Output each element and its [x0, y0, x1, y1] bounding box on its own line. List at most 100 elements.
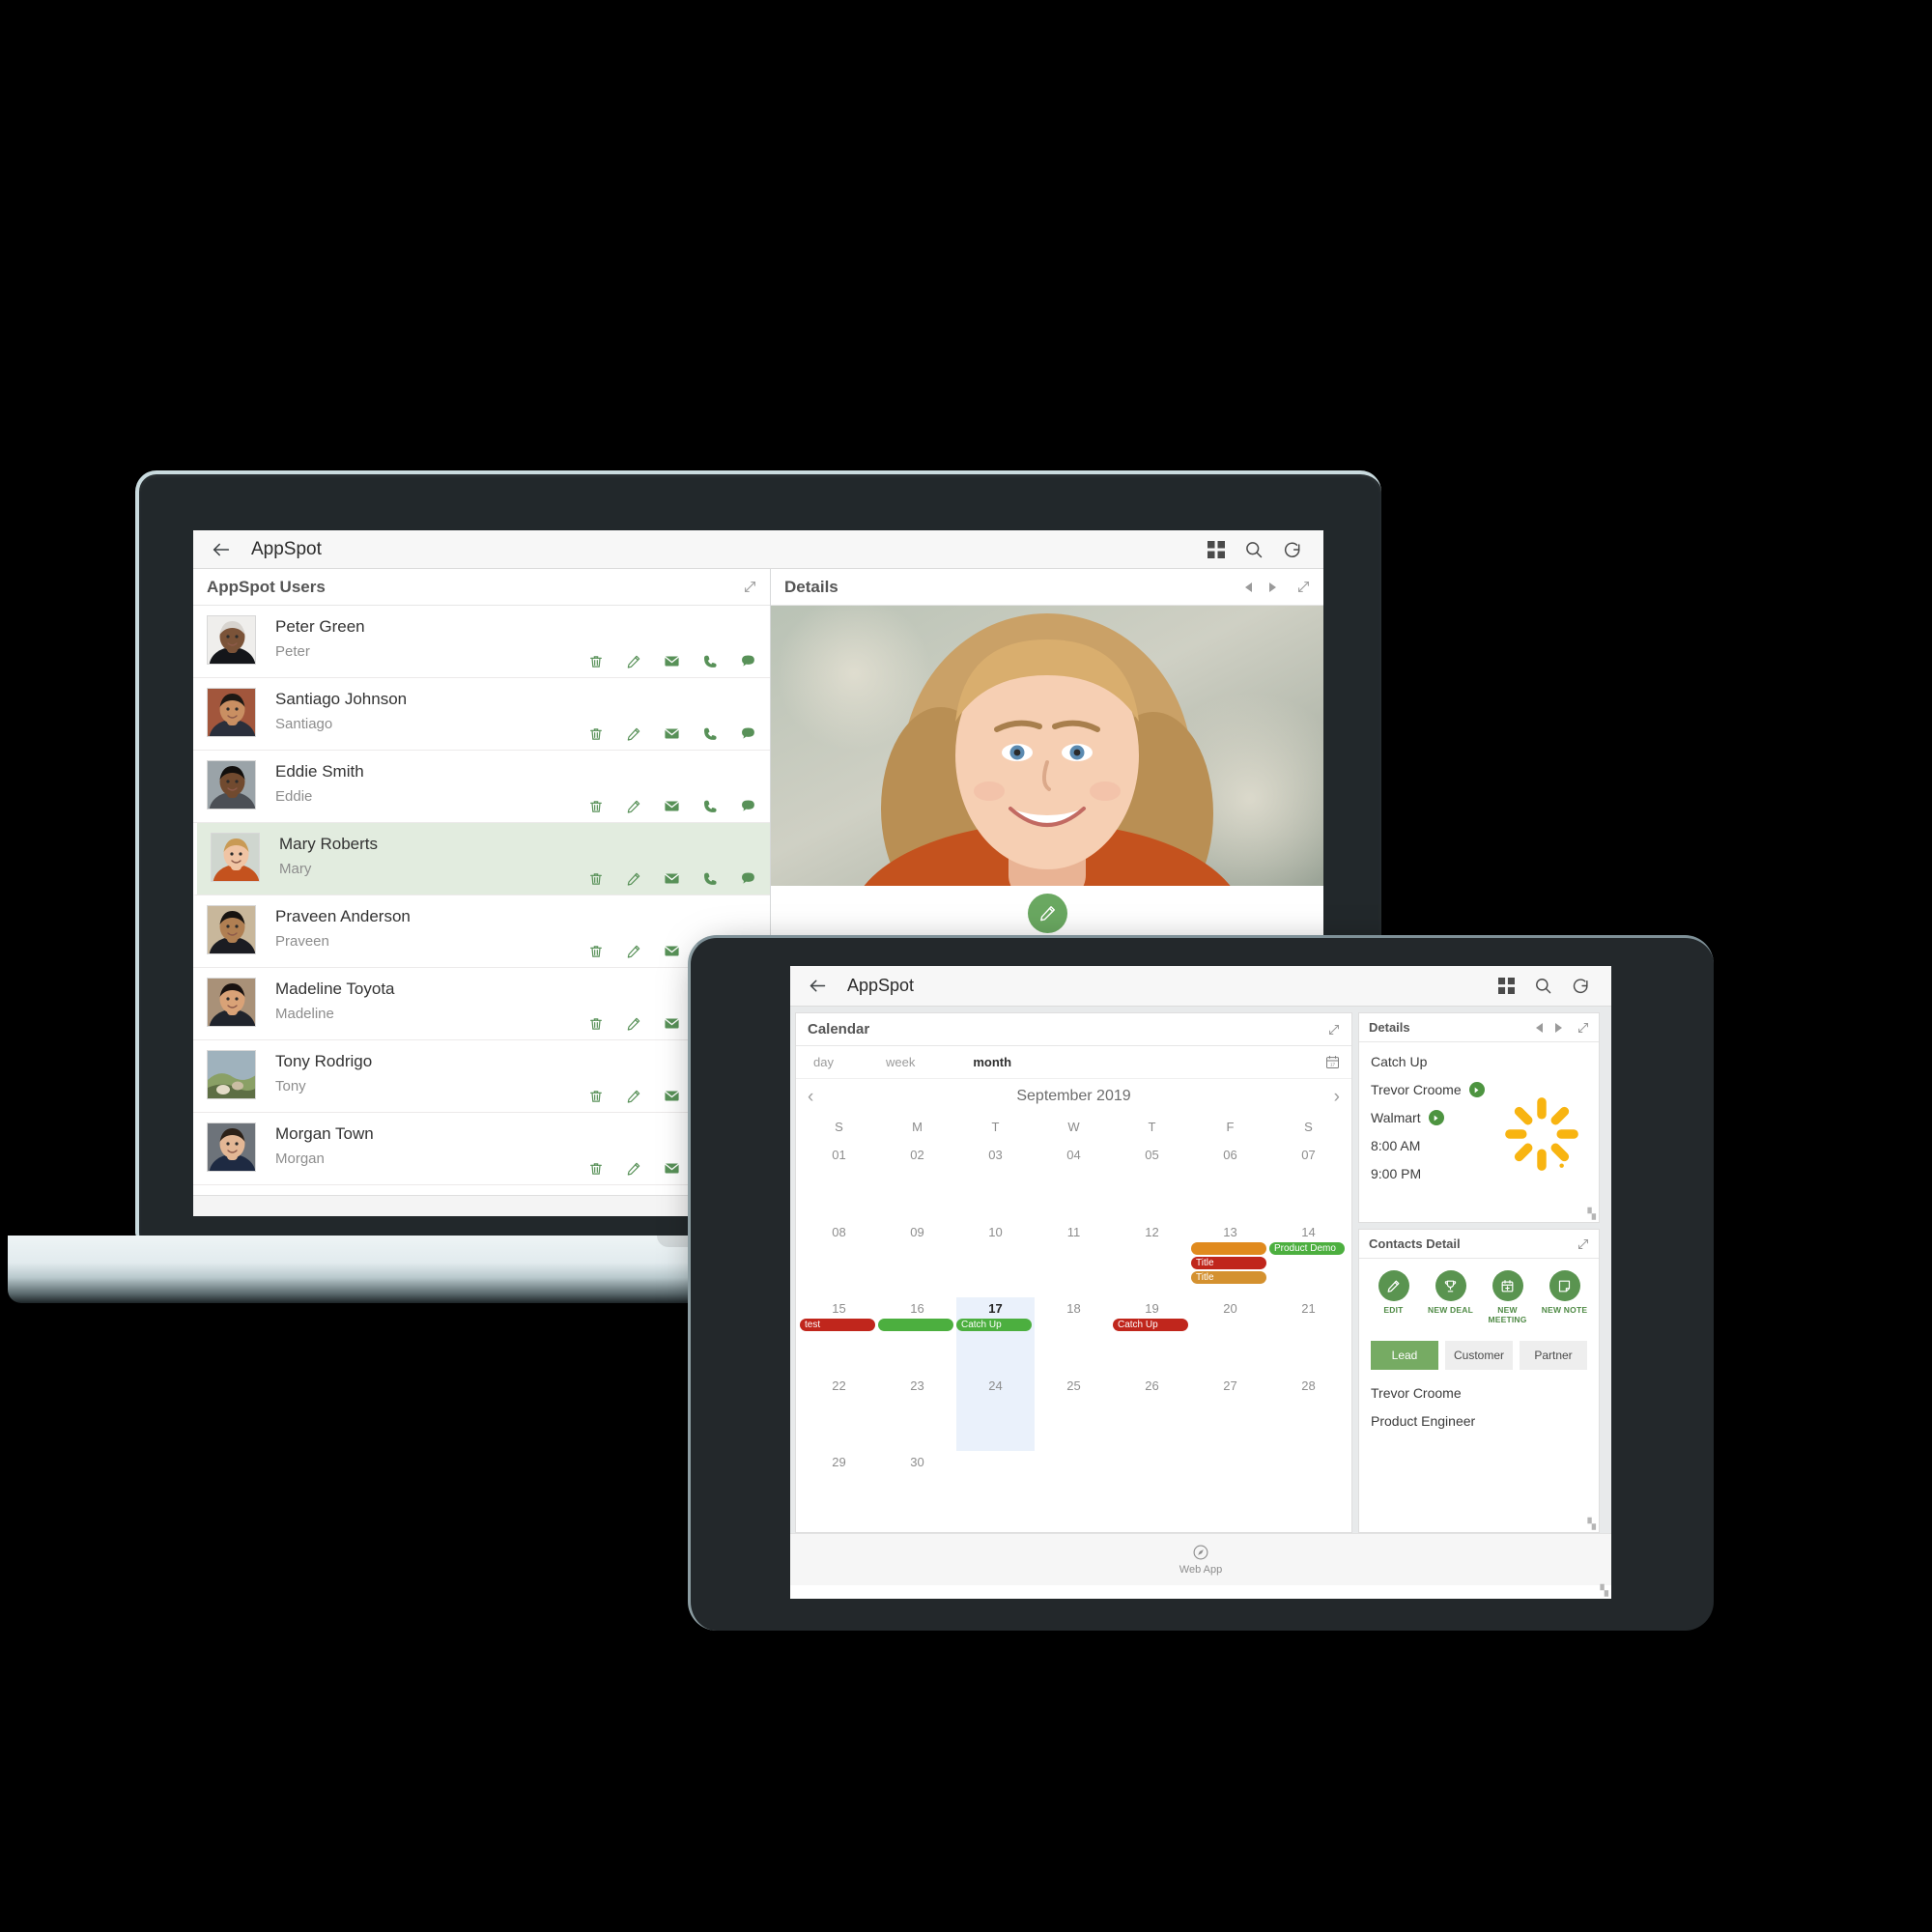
table-row[interactable]: Eddie Smith Eddie — [193, 751, 770, 823]
calendar-day-cell[interactable]: 20 — [1191, 1297, 1269, 1375]
grid-view-icon[interactable] — [1208, 540, 1225, 558]
edit-icon[interactable] — [626, 871, 641, 887]
grid-view-icon[interactable] — [1498, 978, 1515, 994]
calendar-day-cell[interactable]: 02 — [878, 1144, 956, 1221]
calendar-day-cell[interactable] — [1035, 1451, 1113, 1528]
message-icon[interactable] — [740, 653, 756, 669]
chevron-right-icon[interactable]: › — [1334, 1088, 1340, 1106]
edit-icon[interactable] — [626, 726, 641, 742]
delete-icon[interactable] — [588, 871, 604, 887]
calendar-view-week[interactable]: week — [880, 1055, 921, 1069]
delete-icon[interactable] — [588, 944, 604, 959]
edit-icon[interactable] — [626, 654, 641, 669]
refresh-icon[interactable] — [1572, 977, 1590, 995]
calendar-day-cell[interactable]: 10 — [956, 1221, 1035, 1298]
edit-icon[interactable] — [626, 799, 641, 814]
expand-icon[interactable] — [1577, 1238, 1589, 1250]
search-icon[interactable] — [1244, 540, 1264, 559]
calendar-day-cell[interactable]: 19 — [1113, 1297, 1191, 1375]
calendar-event[interactable]: test — [800, 1319, 875, 1332]
calendar-day-cell[interactable]: 17 — [956, 1297, 1035, 1375]
calendar-day-cell[interactable]: 21 — [1269, 1297, 1348, 1375]
calendar-event[interactable]: Catch Up — [1113, 1319, 1188, 1332]
email-icon[interactable] — [664, 1015, 680, 1032]
next-icon[interactable] — [1269, 582, 1276, 592]
calendar-event[interactable]: Title — [1191, 1270, 1266, 1284]
edit-icon[interactable] — [626, 944, 641, 959]
delete-icon[interactable] — [588, 1089, 604, 1104]
message-icon[interactable] — [740, 870, 756, 887]
expand-icon[interactable] — [1297, 581, 1310, 593]
calendar-day-cell[interactable]: 29 — [800, 1451, 878, 1528]
contact-edit-button[interactable]: EDIT — [1367, 1270, 1421, 1325]
refresh-icon[interactable] — [1283, 540, 1302, 559]
resize-handle-icon[interactable]: ▚ — [1601, 1584, 1608, 1597]
email-icon[interactable] — [664, 870, 680, 887]
new-meeting-button[interactable]: NEW MEETING — [1481, 1270, 1535, 1325]
table-row[interactable]: Morgan Town Morgan — [193, 1113, 770, 1185]
delete-icon[interactable] — [588, 799, 604, 814]
calendar-day-cell[interactable]: 01 — [800, 1144, 878, 1221]
calendar-day-cell[interactable]: 15 — [800, 1297, 878, 1375]
calendar-event[interactable]: Title — [1191, 1256, 1266, 1269]
calendar-day-cell[interactable] — [1191, 1451, 1269, 1528]
calendar-day-cell[interactable]: 28 — [1269, 1375, 1348, 1452]
prev-icon[interactable] — [1245, 582, 1252, 592]
arrow-left-icon[interactable] — [211, 539, 232, 560]
edit-icon[interactable] — [626, 1089, 641, 1104]
calendar-day-cell[interactable] — [1269, 1451, 1348, 1528]
calendar-day-cell[interactable]: 04 — [1035, 1144, 1113, 1221]
calendar-day-cell[interactable]: 08 — [800, 1221, 878, 1298]
calendar-day-cell[interactable]: 05 — [1113, 1144, 1191, 1221]
email-icon[interactable] — [664, 1160, 680, 1177]
calendar-day-cell[interactable]: 14 — [1269, 1221, 1348, 1298]
go-arrow-icon[interactable] — [1428, 1110, 1444, 1125]
calendar-day-cell[interactable]: 06 — [1191, 1144, 1269, 1221]
email-icon[interactable] — [664, 725, 680, 742]
new-note-button[interactable]: NEW NOTE — [1538, 1270, 1592, 1325]
table-row[interactable]: Tony Rodrigo Tony — [193, 1040, 770, 1113]
edit-icon[interactable] — [626, 1161, 641, 1177]
delete-icon[interactable] — [588, 726, 604, 742]
users-list[interactable]: Peter Green Peter Santiago Johnson Santiago… — [193, 606, 770, 1195]
calendar-day-cell[interactable] — [956, 1451, 1035, 1528]
expand-icon[interactable] — [1577, 1022, 1589, 1034]
delete-icon[interactable] — [588, 1161, 604, 1177]
calendar-grid[interactable]: 01 02 03 04 05 06 07 08 09 10 11 12 13 14 Product Demo… — [796, 1144, 1351, 1532]
calendar-day-cell[interactable]: 11 — [1035, 1221, 1113, 1298]
email-icon[interactable] — [664, 653, 680, 669]
calendar-view-day[interactable]: day — [808, 1055, 839, 1069]
table-row[interactable]: Madeline Toyota Madeline — [193, 968, 770, 1040]
edit-icon[interactable] — [626, 1016, 641, 1032]
resize-handle-icon[interactable]: ▚ — [1588, 1208, 1596, 1220]
calendar-day-cell[interactable]: 22 — [800, 1375, 878, 1452]
phone-icon[interactable] — [702, 726, 718, 742]
edit-button[interactable] — [1027, 894, 1067, 933]
message-icon[interactable] — [740, 798, 756, 814]
table-row[interactable]: Santiago Johnson Santiago — [193, 678, 770, 751]
calendar-icon[interactable]: 17 — [1325, 1055, 1340, 1069]
calendar-event[interactable] — [878, 1319, 953, 1332]
calendar-day-cell[interactable]: 18 — [1035, 1297, 1113, 1375]
go-arrow-icon[interactable] — [1468, 1082, 1485, 1097]
calendar-event[interactable] — [1191, 1241, 1266, 1255]
resize-handle-icon[interactable]: ▚ — [1588, 1518, 1596, 1530]
prev-icon[interactable] — [1536, 1022, 1543, 1033]
next-icon[interactable] — [1555, 1022, 1562, 1033]
table-row[interactable]: Mary Roberts Mary — [193, 823, 770, 895]
email-icon[interactable] — [664, 943, 680, 959]
phone-icon[interactable] — [702, 799, 718, 814]
calendar-day-cell[interactable]: 27 — [1191, 1375, 1269, 1452]
delete-icon[interactable] — [588, 1016, 604, 1032]
calendar-day-cell[interactable]: 24 — [956, 1374, 1035, 1452]
segment-partner[interactable]: Partner — [1520, 1340, 1587, 1370]
calendar-day-cell[interactable]: 25 — [1035, 1375, 1113, 1452]
phone-icon[interactable] — [702, 871, 718, 887]
calendar-day-cell[interactable]: 23 — [878, 1375, 956, 1452]
email-icon[interactable] — [664, 798, 680, 814]
new-deal-button[interactable]: NEW DEAL — [1424, 1270, 1478, 1325]
search-icon[interactable] — [1534, 977, 1552, 995]
table-row[interactable]: Praveen Anderson Praveen — [193, 895, 770, 968]
email-icon[interactable] — [664, 1088, 680, 1104]
calendar-day-cell[interactable] — [1113, 1451, 1191, 1528]
